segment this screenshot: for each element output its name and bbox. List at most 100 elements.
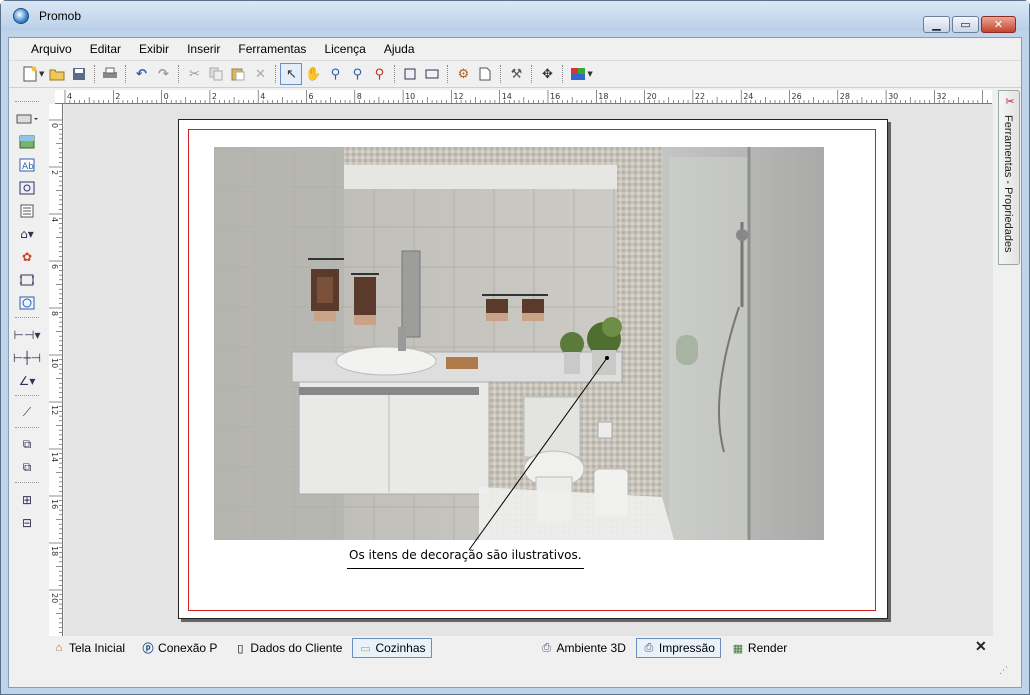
tab-label: Impressão bbox=[658, 641, 715, 655]
paste-icon[interactable] bbox=[227, 63, 249, 85]
print-layout-canvas[interactable]: Os itens de decoração são ilustrativos. bbox=[64, 104, 993, 636]
tab-label: Cozinhas bbox=[375, 641, 426, 655]
frame-icon[interactable] bbox=[12, 268, 42, 291]
fit-selection-icon[interactable] bbox=[421, 63, 443, 85]
send-back-icon[interactable]: ⧉ bbox=[12, 456, 42, 479]
toolbar-separator bbox=[447, 65, 449, 83]
close-button[interactable]: ✕ bbox=[981, 16, 1016, 33]
tab-label: Render bbox=[747, 641, 788, 655]
menu-arquivo[interactable]: Arquivo bbox=[22, 38, 81, 60]
open-folder-icon[interactable] bbox=[46, 63, 68, 85]
vertical-ruler[interactable]: 0 2 4 6 8 10 12 14 16 18 20 bbox=[49, 104, 63, 636]
measure-icon[interactable]: ⟋ bbox=[12, 401, 42, 424]
ruler-label: 32 bbox=[936, 92, 946, 101]
toolbar-separator bbox=[15, 427, 39, 430]
palette-icon[interactable]: ✿ bbox=[12, 245, 42, 268]
tab-render[interactable]: ▦ Render bbox=[725, 638, 793, 658]
ruler-label: 2 bbox=[212, 92, 217, 101]
horizontal-ruler[interactable]: 4 2 0 2 4 6 8 10 12 14 16 18 20 22 24 26 28 30 32 bbox=[55, 90, 992, 104]
redo-icon[interactable]: ↷ bbox=[152, 63, 174, 85]
zoom-window-icon[interactable]: ⚲ bbox=[324, 63, 346, 85]
properties-panel-tab[interactable]: ✂ Ferramentas - Propriedades bbox=[998, 90, 1020, 265]
color-icon[interactable] bbox=[567, 63, 589, 85]
tab-dados-do-cliente[interactable]: ▯ Dados do Cliente bbox=[227, 638, 348, 658]
group-icon[interactable]: ⊞ bbox=[12, 488, 42, 511]
menu-inserir[interactable]: Inserir bbox=[178, 38, 229, 60]
tab-tela-inicial[interactable]: ⌂ Tela Inicial bbox=[46, 638, 131, 658]
tab-label: Ambiente 3D bbox=[556, 641, 626, 655]
image-icon[interactable] bbox=[12, 130, 42, 153]
ruler-label: 14 bbox=[502, 92, 512, 101]
ruler-label: 8 bbox=[50, 311, 59, 316]
list-icon[interactable] bbox=[12, 199, 42, 222]
close-tab-icon[interactable]: ✕ bbox=[975, 638, 987, 655]
menu-licenca[interactable]: Licença bbox=[315, 38, 374, 60]
resize-grip-icon[interactable]: ⋰ bbox=[999, 666, 1008, 676]
text-icon[interactable]: Ab bbox=[12, 153, 42, 176]
toolbar-separator bbox=[15, 395, 39, 398]
tab-ambiente-3d[interactable]: ⎙ Ambiente 3D bbox=[534, 638, 632, 658]
chevron-down-icon[interactable]: ▼ bbox=[39, 70, 44, 78]
view-icon[interactable] bbox=[12, 176, 42, 199]
menu-ferramentas[interactable]: Ferramentas bbox=[229, 38, 315, 60]
copy-icon[interactable] bbox=[205, 63, 227, 85]
fit-page-icon[interactable] bbox=[399, 63, 421, 85]
toolbar-separator bbox=[15, 101, 39, 104]
new-document-icon[interactable] bbox=[19, 63, 41, 85]
bring-front-icon[interactable]: ⧉ bbox=[12, 433, 42, 456]
ruler-label: 22 bbox=[695, 92, 705, 101]
title-bar[interactable]: Promob ▁ ▭ ✕ bbox=[1, 1, 1029, 33]
menu-exibir[interactable]: Exibir bbox=[130, 38, 178, 60]
zoom-out-icon[interactable]: ⚲ bbox=[346, 63, 368, 85]
rectangle-icon[interactable] bbox=[12, 107, 42, 130]
dimension-icon[interactable]: ⊢⊣▾ bbox=[12, 323, 42, 346]
tab-cozinhas[interactable]: ▭ Cozinhas bbox=[352, 638, 432, 658]
toolbar-separator bbox=[178, 65, 180, 83]
close-icon: ✕ bbox=[993, 18, 1004, 31]
menu-editar[interactable]: Editar bbox=[81, 38, 130, 60]
tab-impressao[interactable]: ⎙ Impressão bbox=[635, 638, 721, 658]
plan-icon[interactable]: ⌂▾ bbox=[12, 222, 42, 245]
promob-logo-icon bbox=[13, 8, 29, 24]
delete-icon[interactable]: ✕ bbox=[249, 63, 271, 85]
main-toolbar: ▼ ↶ ↷ ✂ ✕ ↖ ✋ ⚲ ⚲ ⚲ ⚙ ⚒ ✥ ▼ bbox=[9, 60, 1021, 88]
connection-icon: ⓟ bbox=[142, 643, 154, 655]
tab-label: Tela Inicial bbox=[69, 641, 126, 655]
select-arrow-icon[interactable]: ↖ bbox=[280, 63, 303, 85]
pan-hand-icon[interactable]: ✋ bbox=[302, 63, 324, 85]
properties-panel-label: Ferramentas - Propriedades bbox=[1002, 115, 1014, 253]
maximize-button[interactable]: ▭ bbox=[952, 16, 979, 33]
tab-conexao-p[interactable]: ⓟ Conexão P bbox=[135, 638, 223, 658]
toolbar-separator bbox=[500, 65, 502, 83]
undo-icon[interactable]: ↶ bbox=[130, 63, 152, 85]
minimize-icon: ▁ bbox=[932, 18, 941, 31]
bottom-tab-bar: ⌂ Tela Inicial ⓟ Conexão P ▯ Dados do Clien… bbox=[46, 636, 1016, 660]
zoom-in-icon[interactable]: ⚲ bbox=[368, 63, 390, 85]
page-icon[interactable] bbox=[474, 63, 496, 85]
minimize-button[interactable]: ▁ bbox=[923, 16, 950, 33]
print-layout-icon: ⎙ bbox=[644, 641, 654, 654]
angle-dimension-icon[interactable]: ∠▾ bbox=[12, 369, 42, 392]
chevron-down-icon[interactable]: ▼ bbox=[587, 70, 592, 78]
bathroom-render-image[interactable] bbox=[214, 147, 824, 540]
print-sheet[interactable]: Os itens de decoração são ilustrativos. bbox=[178, 119, 888, 619]
hammer-icon[interactable]: ⚒ bbox=[505, 63, 527, 85]
page-setup-icon[interactable]: ⚙ bbox=[452, 63, 474, 85]
menu-ajuda[interactable]: Ajuda bbox=[375, 38, 424, 60]
ruler-label: 20 bbox=[647, 92, 657, 101]
cut-icon[interactable]: ✂ bbox=[183, 63, 205, 85]
dimension-chain-icon[interactable]: ⊢┼⊣ bbox=[12, 346, 42, 369]
print-icon[interactable] bbox=[99, 63, 121, 85]
menu-bar: Arquivo Editar Exibir Inserir Ferramenta… bbox=[9, 38, 1021, 60]
render-icon: ▦ bbox=[732, 642, 744, 655]
circle-view-icon[interactable] bbox=[12, 291, 42, 314]
ruler-label: 4 bbox=[67, 92, 72, 101]
decoration-disclaimer-text[interactable]: Os itens de decoração são ilustrativos. bbox=[347, 548, 584, 569]
ungroup-icon[interactable]: ⊟ bbox=[12, 511, 42, 534]
save-icon[interactable] bbox=[68, 63, 90, 85]
app-window: Promob ▁ ▭ ✕ Arquivo Editar Exibir Inser… bbox=[0, 0, 1030, 695]
move-icon[interactable]: ✥ bbox=[536, 63, 558, 85]
ruler-label: 20 bbox=[50, 593, 59, 603]
ruler-label: 26 bbox=[792, 92, 802, 101]
tab-label: Conexão P bbox=[158, 641, 218, 655]
